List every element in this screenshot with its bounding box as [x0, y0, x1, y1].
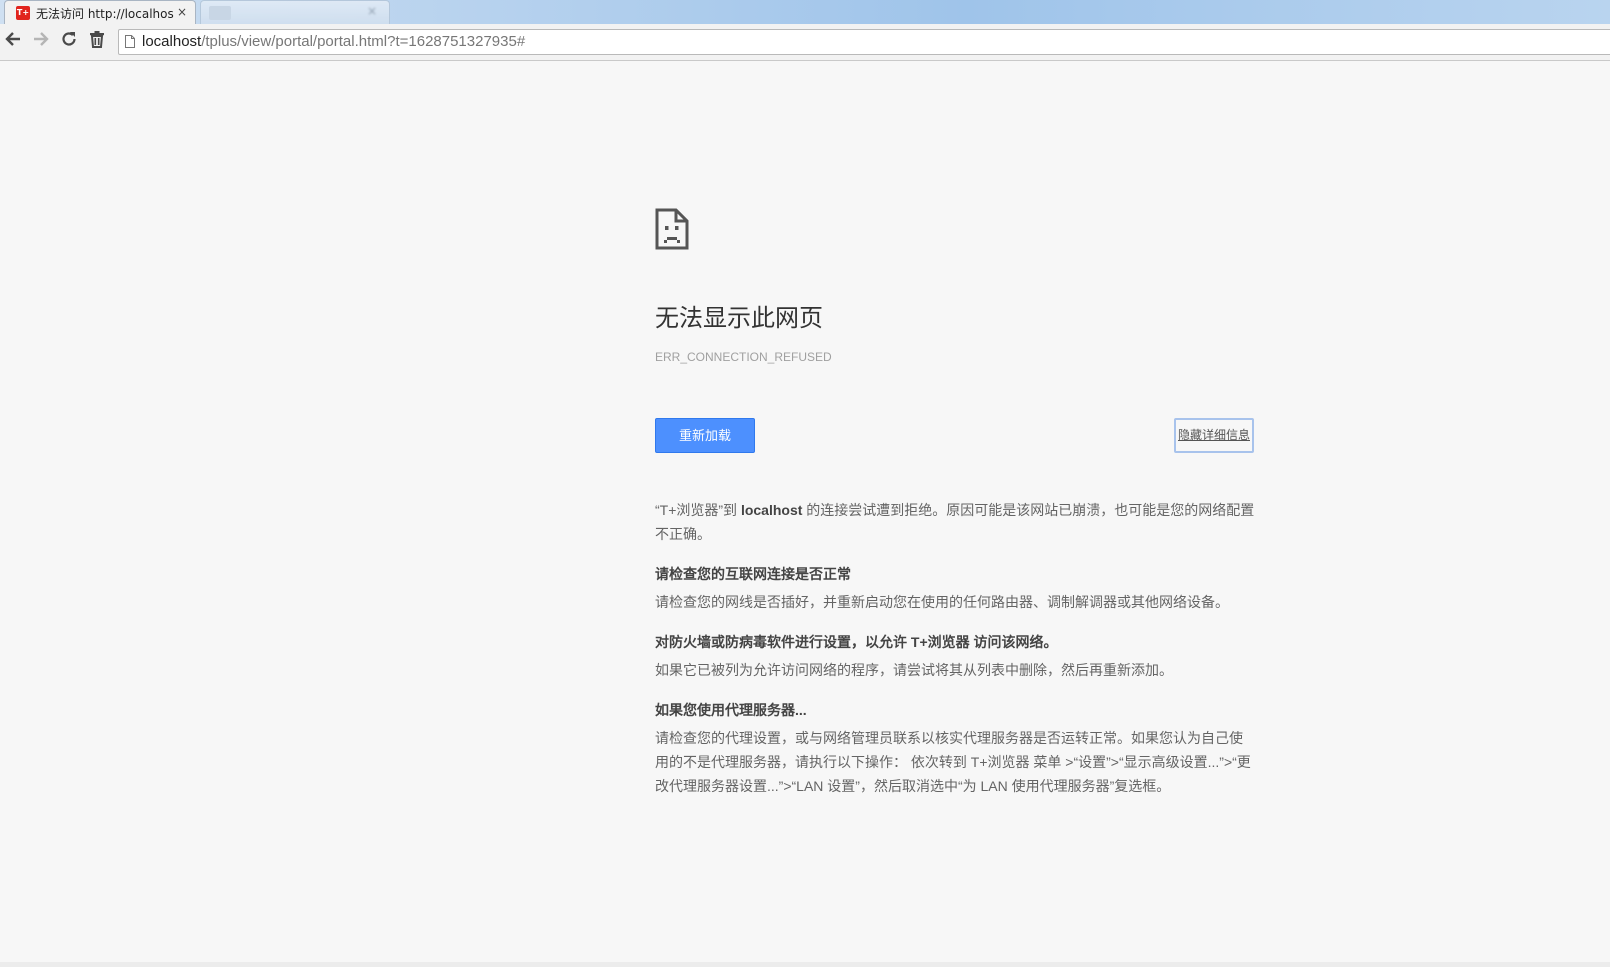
intro-host: localhost — [740, 502, 803, 518]
address-bar[interactable]: localhost/tplus/view/portal/portal.html?… — [118, 29, 1610, 55]
tab-inactive[interactable]: × — [200, 0, 390, 24]
tab-favicon-icon — [209, 6, 231, 20]
section-body-connection: 请检查您的网线是否插好，并重新启动您在使用的任何路由器、调制解调器或其他网络设备… — [655, 594, 1229, 610]
error-details: “T+浏览器”到 localhost 的连接尝试遭到拒绝。原因可能是该网站已崩溃… — [655, 498, 1255, 814]
section-body-proxy: 请检查您的代理设置，或与网络管理员联系以核实代理服务器是否运转正常。如果您认为自… — [655, 730, 1251, 794]
error-code: ERR_CONNECTION_REFUSED — [655, 350, 832, 364]
tab-close-icon[interactable]: × — [177, 4, 187, 20]
url-host: localhost — [142, 33, 202, 50]
tab-active[interactable]: T+ 无法访问 http://localhost × — [4, 0, 196, 24]
tab-close-icon[interactable]: × — [367, 4, 377, 18]
back-arrow-icon — [5, 32, 20, 46]
forward-button[interactable] — [30, 30, 52, 52]
url-text: localhost/tplus/view/portal/portal.html?… — [142, 33, 525, 50]
reload-button[interactable] — [58, 30, 80, 52]
clear-data-button[interactable] — [86, 30, 108, 52]
section-body-firewall: 如果它已被列为允许访问网络的程序，请尝试将其从列表中删除，然后再重新添加。 — [655, 662, 1173, 678]
section-heading-connection: 请检查您的互联网连接是否正常 — [655, 566, 851, 582]
back-button[interactable] — [2, 30, 24, 52]
reload-icon — [62, 32, 76, 46]
trash-icon — [90, 31, 104, 48]
page-icon — [125, 35, 135, 48]
section-heading-proxy: 如果您使用代理服务器... — [655, 702, 807, 718]
forward-arrow-icon — [34, 32, 49, 46]
error-title: 无法显示此网页 — [655, 305, 823, 332]
section-heading-firewall: 对防火墙或防病毒软件进行设置，以允许 T+浏览器 访问该网络。 — [655, 634, 1058, 650]
tplus-favicon-icon: T+ — [16, 6, 30, 20]
browser-tab-strip: T+ 无法访问 http://localhost × × — [0, 0, 1610, 24]
error-intro: “T+浏览器”到 localhost 的连接尝试遭到拒绝。原因可能是该网站已崩溃… — [655, 498, 1255, 546]
browser-toolbar: localhost/tplus/view/portal/portal.html?… — [0, 24, 1610, 61]
url-path: /tplus/view/portal/portal.html?t=1628751… — [201, 33, 526, 50]
reload-page-button[interactable]: 重新加载 — [655, 418, 755, 453]
hide-details-button[interactable]: 隐藏详细信息 — [1174, 418, 1254, 453]
sad-page-icon — [655, 208, 689, 250]
intro-prefix: “T+浏览器”到 — [655, 502, 741, 518]
bottom-edge — [0, 962, 1610, 967]
tab-title: 无法访问 http://localhost — [36, 7, 174, 21]
